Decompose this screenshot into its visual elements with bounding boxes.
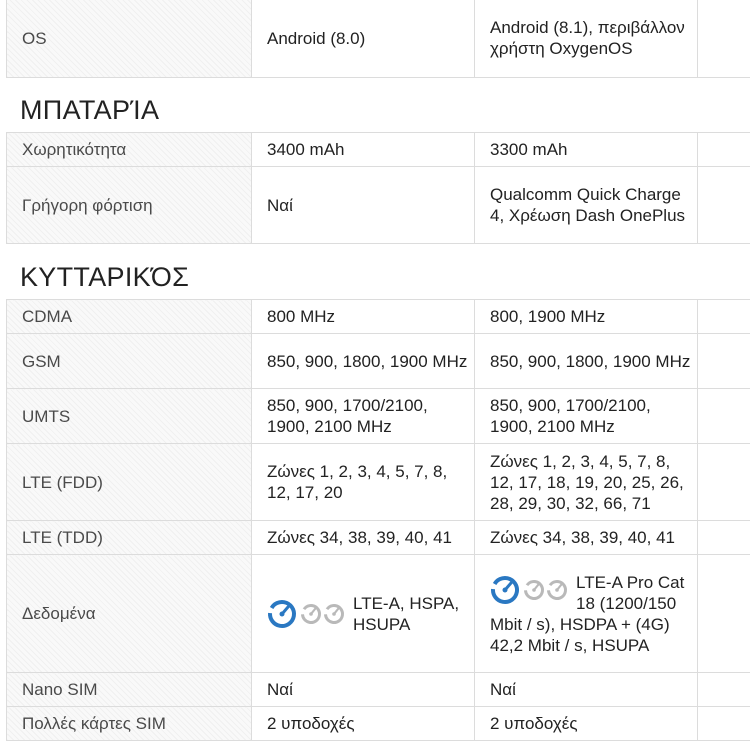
spec-value-extra	[698, 167, 750, 244]
spec-value-extra	[698, 133, 750, 167]
spec-label: CDMA	[7, 300, 252, 334]
spec-label: UMTS	[7, 389, 252, 444]
spec-value-phone1: 850, 900, 1800, 1900 MHz	[252, 334, 475, 389]
spec-row-fast-charging: Γρήγορη φόρτιση Ναί Qualcomm Quick Charg…	[7, 167, 750, 244]
spec-row-lte-tdd: LTE (TDD) Ζώνες 34, 38, 39, 40, 41 Ζώνες…	[7, 521, 750, 555]
spec-value-phone1: LTE-A, HSPA, HSUPA	[252, 555, 475, 673]
spec-value-extra	[698, 707, 750, 741]
spec-value-phone2: 3300 mAh	[475, 133, 698, 167]
spec-label: Χωρητικότητα	[7, 133, 252, 167]
spec-value-phone1: 800 MHz	[252, 300, 475, 334]
spec-value-phone2: Qualcomm Quick Charge 4, Χρέωση Dash One…	[475, 167, 698, 244]
spec-value-phone1: Android (8.0)	[252, 0, 475, 78]
spec-value-phone2: Ζώνες 1, 2, 3, 4, 5, 7, 8, 12, 17, 18, 1…	[475, 444, 698, 521]
spec-value-extra	[698, 444, 750, 521]
spec-row-os: OS Android (8.0) Android (8.1), περιβάλλ…	[7, 0, 750, 78]
spec-value-extra	[698, 334, 750, 389]
spec-row-umts: UMTS 850, 900, 1700/2100, 1900, 2100 MHz…	[7, 389, 750, 444]
spec-value-phone2: Android (8.1), περιβάλλον χρήστη OxygenO…	[475, 0, 698, 78]
spec-label: Δεδομένα	[7, 555, 252, 673]
spec-label: Nano SIM	[7, 673, 252, 707]
spec-value-phone2: 850, 900, 1800, 1900 MHz	[475, 334, 698, 389]
spec-row-cdma: CDMA 800 MHz 800, 1900 MHz	[7, 300, 750, 334]
spec-label: OS	[7, 0, 252, 78]
spec-row-multi-sim: Πολλές κάρτες SIM 2 υποδοχές 2 υποδοχές	[7, 707, 750, 741]
spec-value-extra	[698, 673, 750, 707]
data-speed-text: LTE-A, HSPA, HSUPA	[353, 593, 474, 635]
spec-value-phone2: 2 υποδοχές	[475, 707, 698, 741]
spec-label: GSM	[7, 334, 252, 389]
spec-row-data: Δεδομένα LTE-A, HSPA, HSUPA LTE-A Pro Ca…	[7, 555, 750, 673]
spec-value-extra	[698, 0, 750, 78]
spec-value-phone1: 3400 mAh	[252, 133, 475, 167]
os-table: OS Android (8.0) Android (8.1), περιβάλλ…	[6, 0, 750, 78]
spec-label: LTE (FDD)	[7, 444, 252, 521]
spec-value-phone1: 850, 900, 1700/2100, 1900, 2100 MHz	[252, 389, 475, 444]
spec-value-phone2: Ζώνες 34, 38, 39, 40, 41	[475, 521, 698, 555]
spec-value-phone2: Ναί	[475, 673, 698, 707]
spec-row-nano-sim: Nano SIM Ναί Ναί	[7, 673, 750, 707]
spec-row-gsm: GSM 850, 900, 1800, 1900 MHz 850, 900, 1…	[7, 334, 750, 389]
spec-value-phone1: Ναί	[252, 673, 475, 707]
spec-value-phone1: Ναί	[252, 167, 475, 244]
data-speed-cell: LTE-A Pro Cat 18 (1200/150 Mbit / s), HS…	[490, 572, 693, 656]
spec-value-extra	[698, 521, 750, 555]
spec-row-capacity: Χωρητικότητα 3400 mAh 3300 mAh	[7, 133, 750, 167]
spec-label: Πολλές κάρτες SIM	[7, 707, 252, 741]
section-title-cellular: ΚΥΤΤΑΡΙΚΌΣ	[0, 261, 750, 293]
spec-value-phone2: LTE-A Pro Cat 18 (1200/150 Mbit / s), HS…	[475, 555, 698, 673]
speed-gauge-icon	[267, 599, 345, 629]
spec-value-phone1: 2 υποδοχές	[252, 707, 475, 741]
spec-value-phone2: 800, 1900 MHz	[475, 300, 698, 334]
speed-gauge-icon	[490, 575, 568, 605]
section-title-battery: ΜΠΑΤΑΡΊΑ	[0, 94, 750, 126]
spec-value-extra	[698, 300, 750, 334]
spec-value-phone2: 850, 900, 1700/2100, 1900, 2100 MHz	[475, 389, 698, 444]
spec-value-phone1: Ζώνες 1, 2, 3, 4, 5, 7, 8, 12, 17, 20	[252, 444, 475, 521]
spec-label: LTE (TDD)	[7, 521, 252, 555]
battery-table: Χωρητικότητα 3400 mAh 3300 mAh Γρήγορη φ…	[6, 132, 750, 244]
data-speed-cell: LTE-A, HSPA, HSUPA	[267, 593, 474, 635]
spec-row-lte-fdd: LTE (FDD) Ζώνες 1, 2, 3, 4, 5, 7, 8, 12,…	[7, 444, 750, 521]
cellular-table: CDMA 800 MHz 800, 1900 MHz GSM 850, 900,…	[6, 299, 750, 741]
spec-value-extra	[698, 555, 750, 673]
spec-value-phone1: Ζώνες 34, 38, 39, 40, 41	[252, 521, 475, 555]
spec-label: Γρήγορη φόρτιση	[7, 167, 252, 244]
spec-value-extra	[698, 389, 750, 444]
